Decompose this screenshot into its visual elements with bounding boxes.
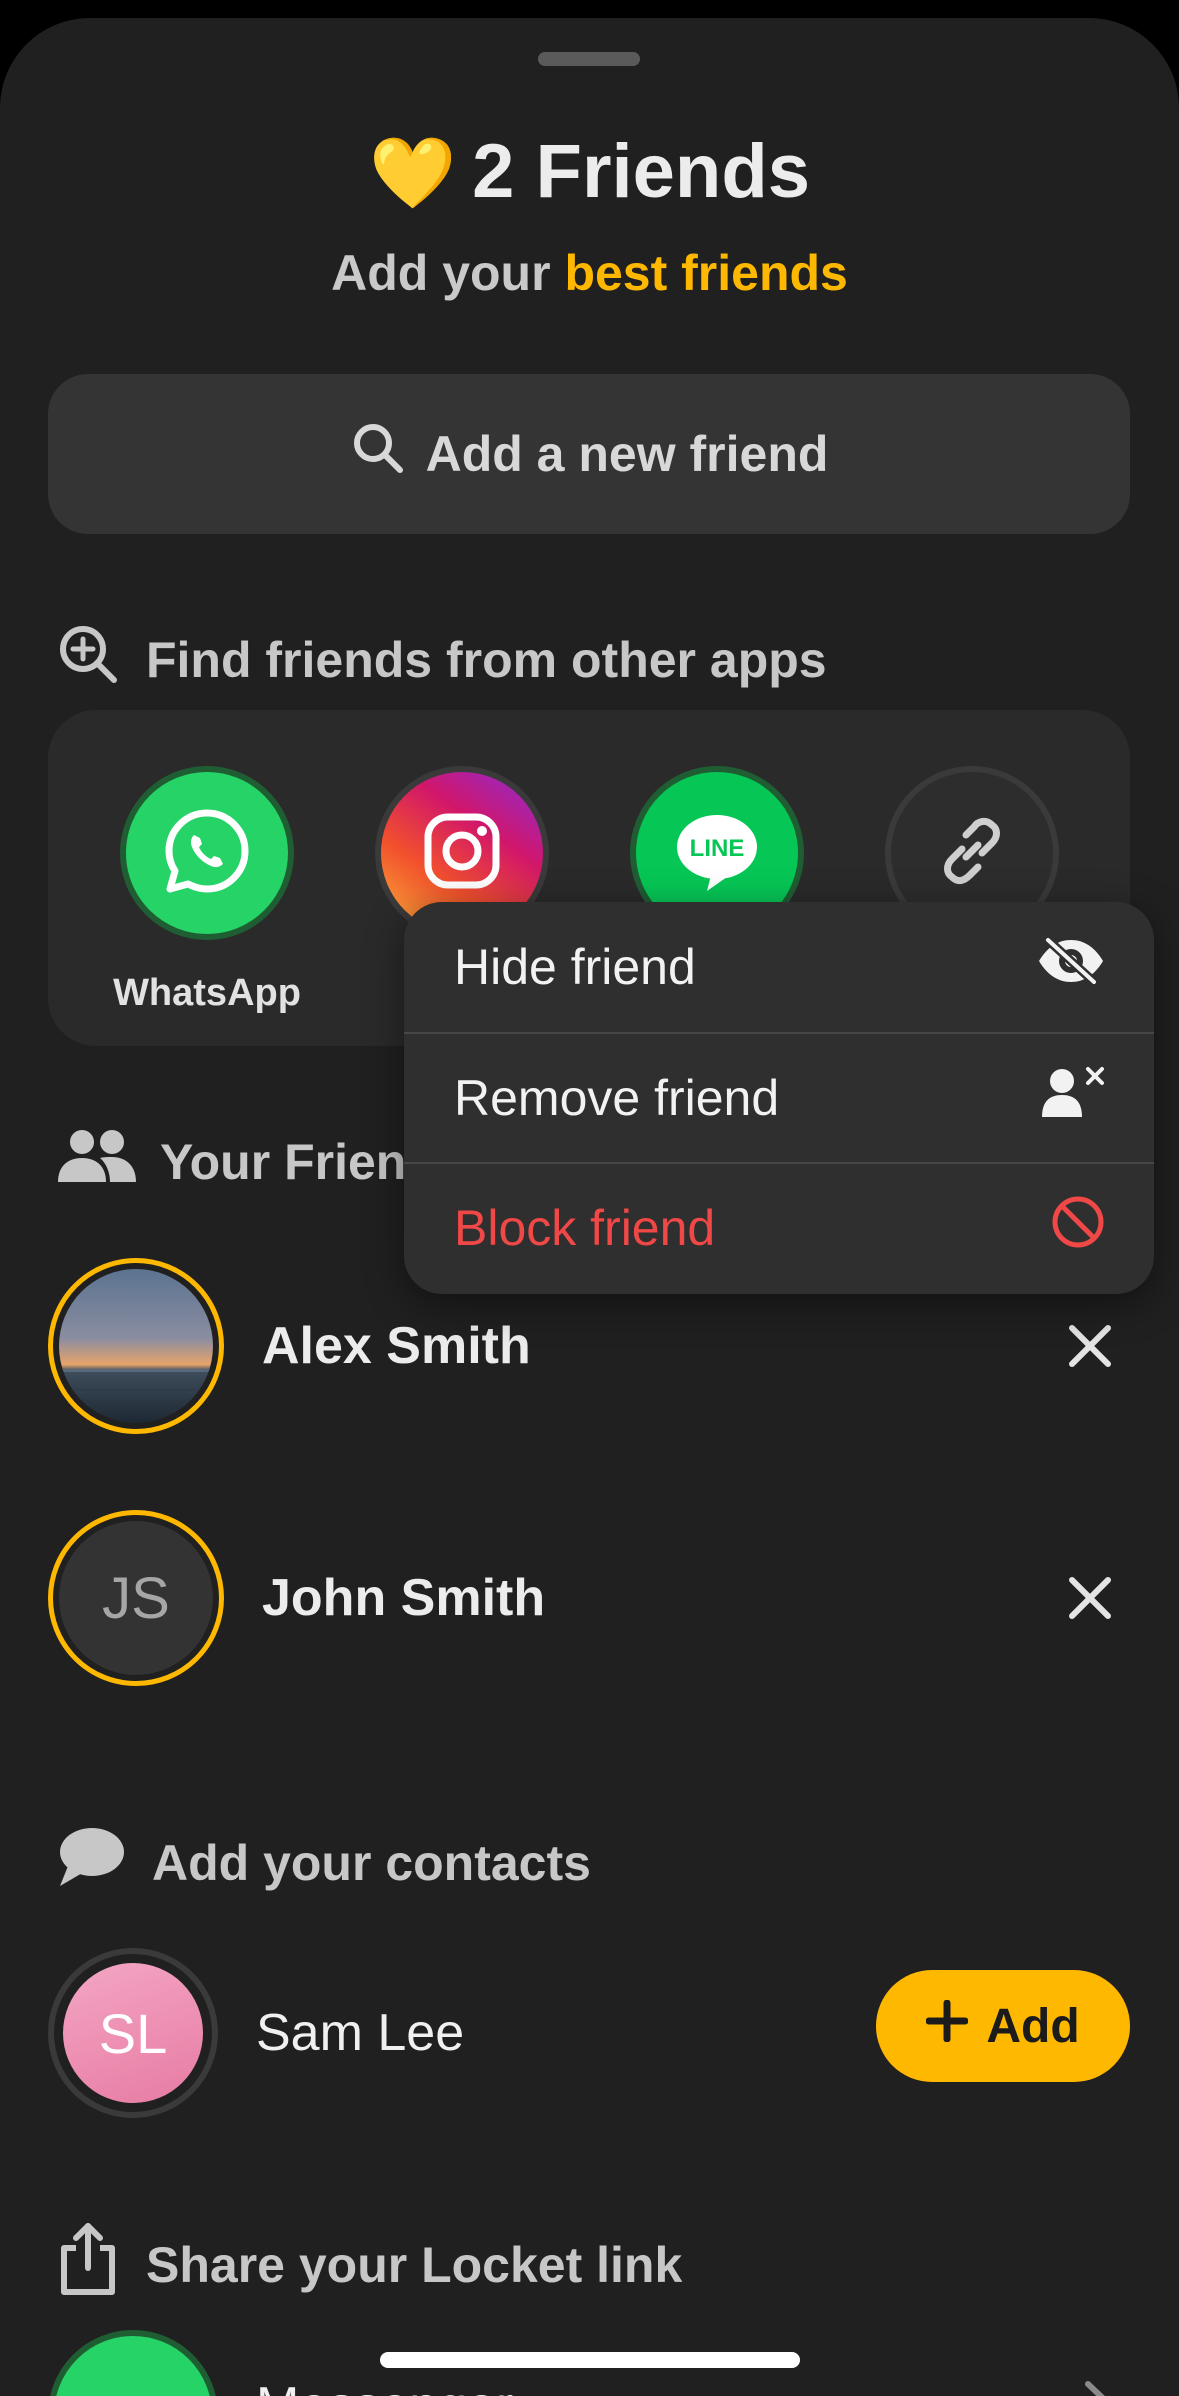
- title-text: 2 Friends: [472, 129, 811, 214]
- share-header: Share your Locket link: [56, 2222, 682, 2308]
- remove-person-icon: [1040, 1065, 1106, 1131]
- share-title: Share your Locket link: [146, 2237, 683, 2293]
- plus-icon: [925, 1999, 969, 2054]
- share-item-label: Messenger: [256, 2376, 513, 2396]
- close-icon[interactable]: [1050, 1306, 1130, 1386]
- avatar-initials: SL: [98, 2001, 168, 2065]
- home-indicator[interactable]: [380, 2352, 800, 2368]
- avatar[interactable]: JS: [48, 1510, 224, 1686]
- friend-row[interactable]: JS John Smith: [48, 1508, 1130, 1688]
- avatar[interactable]: [48, 1258, 224, 1434]
- line-icon: LINE: [671, 805, 763, 902]
- instagram-icon: [420, 809, 504, 898]
- chevron-right-icon: [1084, 2380, 1114, 2396]
- close-icon[interactable]: [1050, 1558, 1130, 1638]
- search-icon: [350, 420, 406, 488]
- add-button-label: Add: [986, 1999, 1080, 2053]
- friend-name: Alex Smith: [262, 1317, 531, 1375]
- contacts-title: Add your contacts: [152, 1835, 591, 1891]
- sheet-grabber[interactable]: [538, 52, 640, 66]
- menu-item-label: Remove friend: [454, 1070, 780, 1126]
- block-icon: [1050, 1194, 1106, 1262]
- whatsapp-label: WhatsApp: [113, 972, 301, 1014]
- zoom-in-icon: [56, 622, 120, 698]
- menu-item-label: Block friend: [454, 1200, 716, 1256]
- page-title: 💛 2 Friends: [0, 128, 1179, 215]
- friend-name: John Smith: [262, 1569, 546, 1627]
- page-subtitle: Add your best friends: [0, 244, 1179, 302]
- contacts-header: Add your contacts: [56, 1826, 591, 1900]
- avatar-initials-circle: SL: [63, 1963, 203, 2103]
- avatar: SL: [48, 1948, 218, 2118]
- contact-name: Sam Lee: [256, 2004, 465, 2062]
- hide-friend-item[interactable]: Hide friend: [404, 902, 1154, 1032]
- your-friends-title: Your Frien: [160, 1134, 407, 1190]
- remove-friend-item[interactable]: Remove friend: [404, 1032, 1154, 1162]
- whatsapp-icon: [161, 805, 253, 902]
- menu-item-label: Hide friend: [454, 939, 696, 995]
- find-friends-title: Find friends from other apps: [146, 632, 827, 688]
- avatar-initials: JS: [102, 1565, 170, 1631]
- friends-sheet: 💛 2 Friends Add your best friends Add a n…: [0, 18, 1179, 2396]
- chat-bubble-icon: [56, 1826, 126, 1900]
- people-icon: [56, 1126, 138, 1198]
- search-label: Add a new friend: [425, 426, 829, 482]
- friend-context-menu: Hide friend Remove friend Block friend: [404, 902, 1154, 1294]
- messenger-icon: [48, 2330, 218, 2396]
- eye-slash-icon: [1036, 936, 1106, 998]
- contact-row[interactable]: SL Sam Lee Add: [48, 1948, 1130, 2118]
- heart-icon: 💛: [368, 134, 457, 212]
- subtitle-accent: best friends: [564, 245, 848, 301]
- link-icon: [932, 811, 1012, 896]
- your-friends-header: Your Frien: [56, 1126, 406, 1198]
- avatar-initials-circle: JS: [59, 1521, 213, 1675]
- add-friend-search-button[interactable]: Add a new friend: [48, 374, 1130, 534]
- share-icon: [56, 2222, 120, 2308]
- find-friends-header: Find friends from other apps: [56, 622, 827, 698]
- avatar-photo: [59, 1269, 213, 1423]
- subtitle-prefix: Add your: [331, 245, 565, 301]
- block-friend-item[interactable]: Block friend: [404, 1162, 1154, 1292]
- add-contact-button[interactable]: Add: [876, 1970, 1130, 2082]
- whatsapp-button[interactable]: [120, 766, 294, 940]
- svg-text:LINE: LINE: [690, 835, 745, 862]
